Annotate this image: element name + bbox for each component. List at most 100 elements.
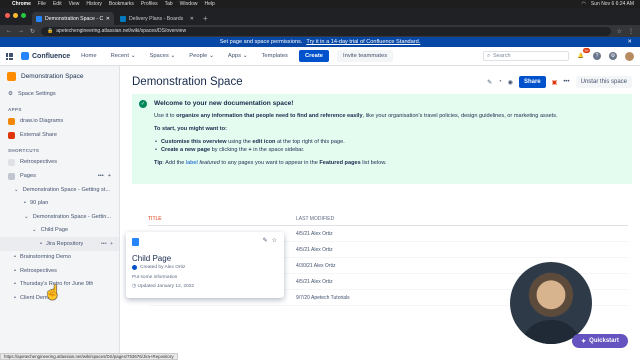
edit-pencil-icon[interactable]: ✎ xyxy=(487,79,492,86)
nav-home[interactable]: Home xyxy=(78,51,99,61)
help-icon[interactable]: ? xyxy=(593,52,601,60)
page-tree-label: Demonstration Space - Gettin... xyxy=(32,213,112,220)
browser-tab-confluence[interactable]: Demonstration Space - Conflu ✕ xyxy=(32,12,114,25)
app-switcher-icon[interactable] xyxy=(6,52,13,60)
chevron-down-icon[interactable]: ⌄ xyxy=(14,187,19,193)
welcome-info-panel: ✓ Welcome to your new documentation spac… xyxy=(132,94,632,184)
link-icon xyxy=(8,158,15,166)
url-field[interactable]: 🔒 apetechengineering.atlassian.net/wiki/… xyxy=(41,26,611,36)
table-header: TITLE LAST MODIFIED xyxy=(148,216,628,226)
menu-history[interactable]: History xyxy=(86,1,102,7)
back-icon[interactable]: ← xyxy=(6,28,12,34)
hand-cursor-icon: ☝ xyxy=(44,284,62,300)
close-tab-icon[interactable]: ✕ xyxy=(106,16,110,22)
trial-link[interactable]: Try it in a 14-day trial of Confluence S… xyxy=(306,39,420,45)
menu-bookmarks[interactable]: Bookmarks xyxy=(109,1,134,7)
watch-eye-icon[interactable]: ◉ xyxy=(508,79,513,86)
menu-tab[interactable]: Tab xyxy=(165,1,173,7)
url-text: apetechengineering.atlassian.net/wiki/sp… xyxy=(56,28,187,34)
external-share-icon[interactable]: ▣ xyxy=(552,79,558,86)
more-actions-icon[interactable]: ••• xyxy=(101,241,107,247)
menu-profiles[interactable]: Profiles xyxy=(141,1,158,7)
user-avatar[interactable] xyxy=(625,51,634,61)
quickstart-button[interactable]: ✦ Quickstart xyxy=(572,334,628,348)
sidebar-space-header[interactable]: Demonstration Space xyxy=(0,66,119,87)
close-banner-icon[interactable]: ✕ xyxy=(627,39,632,45)
menu-help[interactable]: Help xyxy=(204,1,214,7)
new-tab-icon[interactable]: + xyxy=(203,14,208,23)
browser-tab-trello[interactable]: Delivery Plans - Boards ✕ xyxy=(116,12,198,25)
sidebar-item-label: Pages xyxy=(20,173,36,179)
sidebar-item-label: Space Settings xyxy=(18,91,56,97)
menu-window[interactable]: Window xyxy=(180,1,198,7)
label-link[interactable]: label xyxy=(186,160,198,166)
add-page-icon[interactable]: + xyxy=(108,173,111,179)
bullet-icon: • xyxy=(14,281,16,288)
browser-menu-icon[interactable]: ⋮ xyxy=(628,28,634,35)
sidebar-item-retrospectives-shortcut[interactable]: Retrospectives xyxy=(0,155,119,169)
chevron-down-icon[interactable]: ⌄ xyxy=(24,214,29,220)
bookmark-star-icon[interactable]: ☆ xyxy=(617,28,622,35)
reload-icon[interactable]: ↻ xyxy=(30,28,35,35)
confluence-favicon-icon xyxy=(36,15,42,22)
nav-templates[interactable]: Templates xyxy=(259,51,291,61)
sidebar-item-drawio[interactable]: draw.io Diagrams xyxy=(0,114,119,128)
page-tree-item-selected[interactable]: • Jira Repository ••• + xyxy=(0,237,119,251)
confluence-logo-icon xyxy=(21,52,29,60)
forward-icon[interactable]: → xyxy=(18,28,24,34)
confluence-topnav: Confluence Home Recent ⌄ Spaces ⌄ People… xyxy=(0,47,640,66)
page-tree-item[interactable]: ⌄ Demonstration Space - Getting st... xyxy=(0,183,119,197)
column-last-modified[interactable]: LAST MODIFIED xyxy=(296,216,334,225)
presenter-webcam xyxy=(510,262,592,344)
menu-file[interactable]: File xyxy=(38,1,46,7)
maximize-window-button[interactable] xyxy=(21,13,26,18)
page-tree-item[interactable]: • Brainstorming Demo xyxy=(0,251,119,265)
add-page-icon[interactable]: + xyxy=(110,241,113,247)
notifications-bell-icon[interactable]: 🔔 9+ xyxy=(577,48,590,60)
page-hover-card[interactable]: ✎ ☆ Child Page Created by Alex Ortiz Put… xyxy=(126,232,284,298)
create-button[interactable]: Create xyxy=(298,50,329,62)
bullet-icon: • xyxy=(40,240,42,247)
wifi-icon[interactable]: ◠ xyxy=(582,1,586,7)
nav-spaces[interactable]: Spaces ⌄ xyxy=(146,51,178,61)
nav-apps[interactable]: Apps ⌄ xyxy=(225,51,251,61)
column-title[interactable]: TITLE xyxy=(148,216,296,225)
page-tree-item[interactable]: • 90 plan xyxy=(0,197,119,211)
more-actions-icon[interactable]: ••• xyxy=(98,173,104,179)
menu-app-name[interactable]: Chrome xyxy=(12,1,31,7)
nav-recent[interactable]: Recent ⌄ xyxy=(108,51,139,61)
menu-view[interactable]: View xyxy=(69,1,80,7)
close-window-button[interactable] xyxy=(5,13,10,18)
sidebar-item-space-settings[interactable]: ⚙ Space Settings xyxy=(0,87,119,101)
confluence-logo[interactable]: Confluence xyxy=(21,52,70,60)
modified-cell: 4/5/21 Alex Ortiz xyxy=(296,230,333,237)
settings-gear-icon[interactable]: ⚙ xyxy=(609,52,617,60)
search-placeholder: Search xyxy=(493,53,511,59)
sidebar-item-external-share[interactable]: External Share xyxy=(0,128,119,142)
minimize-window-button[interactable] xyxy=(13,13,18,18)
card-created: Created by Alex Ortiz xyxy=(140,265,186,270)
menu-edit[interactable]: Edit xyxy=(53,1,62,7)
nav-people[interactable]: People ⌄ xyxy=(186,51,217,61)
unstar-space-button[interactable]: Unstar this space xyxy=(575,76,632,88)
chevron-down-icon[interactable]: ⌄ xyxy=(32,227,37,233)
invite-teammates-button[interactable]: Invite teammates xyxy=(337,50,394,62)
page-tree-item[interactable]: • Retrospectives xyxy=(0,264,119,278)
sidebar-item-label: draw.io Diagrams xyxy=(20,118,64,124)
star-icon[interactable]: ☆ xyxy=(272,237,277,244)
search-input[interactable]: ⌕ Search xyxy=(483,51,569,61)
comment-icon[interactable]: ◔ xyxy=(498,79,502,85)
drawio-icon xyxy=(8,117,15,125)
card-title[interactable]: Child Page xyxy=(132,254,278,263)
sidebar-space-name: Demonstration Space xyxy=(21,73,84,80)
page-tree-label: 90 plan xyxy=(29,200,49,207)
page-tree-item[interactable]: ⌄ Demonstration Space - Gettin... xyxy=(0,210,119,224)
page-tree-item[interactable]: ⌄ Child Page xyxy=(0,224,119,238)
page-doc-icon xyxy=(132,238,139,246)
edit-pencil-icon[interactable]: ✎ xyxy=(263,237,268,244)
clock[interactable]: Sun Nov 6 6:24 AM xyxy=(591,1,634,7)
sidebar-item-pages[interactable]: Pages ••• + xyxy=(0,169,119,183)
more-actions-icon[interactable]: ••• xyxy=(563,79,569,85)
share-button[interactable]: Share xyxy=(518,76,546,88)
close-tab-icon[interactable]: ✕ xyxy=(190,16,194,22)
